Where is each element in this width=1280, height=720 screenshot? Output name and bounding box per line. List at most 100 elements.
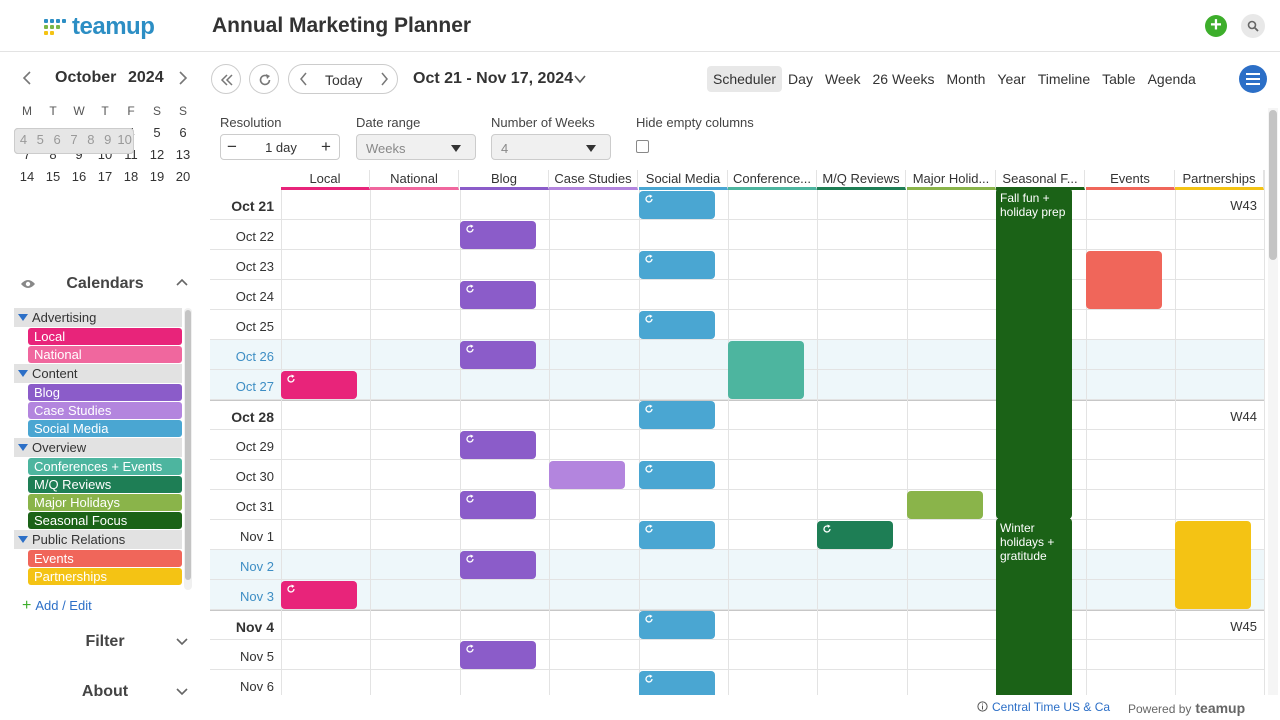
calendar-item[interactable]: Events <box>28 550 182 567</box>
calendar-event[interactable] <box>460 641 536 669</box>
main-menu-button[interactable] <box>1239 65 1267 93</box>
column-header[interactable]: National <box>370 170 459 190</box>
hide-empty-columns-checkbox[interactable] <box>636 140 649 153</box>
mini-prev-month-button[interactable] <box>22 71 32 85</box>
view-tab[interactable]: Timeline <box>1032 66 1096 92</box>
mini-calendar-day[interactable]: 18 <box>118 166 144 188</box>
scrollbar-thumb[interactable] <box>1269 110 1277 260</box>
calendar-event[interactable] <box>281 581 357 609</box>
calendar-item[interactable]: Local <box>28 328 182 345</box>
calendar-group[interactable]: Content <box>14 364 182 383</box>
mini-next-month-button[interactable] <box>178 71 188 85</box>
column-header[interactable]: Conference... <box>728 170 817 190</box>
calendar-event[interactable] <box>639 191 715 219</box>
column-header[interactable]: Social Media <box>639 170 728 190</box>
calendar-item[interactable]: Blog <box>28 384 182 401</box>
increase-resolution-button[interactable]: + <box>321 137 331 157</box>
calendar-event[interactable] <box>460 221 536 249</box>
mini-calendar-day[interactable]: 15 <box>40 166 66 188</box>
view-tab[interactable]: Week <box>819 66 867 92</box>
calendar-event[interactable]: Fall fun + holiday prep <box>996 188 1072 519</box>
mini-calendar-day[interactable]: 5 <box>144 122 170 144</box>
scrollbar-thumb[interactable] <box>185 310 191 580</box>
view-tab[interactable]: Agenda <box>1142 66 1202 92</box>
calendar-event[interactable] <box>460 491 536 519</box>
calendar-event[interactable] <box>639 401 715 429</box>
mini-calendar-day[interactable]: 5 <box>32 129 49 153</box>
resolution-stepper[interactable]: − 1 day + <box>220 134 340 160</box>
timezone-link[interactable]: Central Time US & Ca <box>977 700 1110 714</box>
calendar-event[interactable] <box>639 611 715 639</box>
date-range-select[interactable]: Weeks <box>356 134 476 160</box>
mini-calendar-day[interactable]: 6 <box>49 129 66 153</box>
teamup-logo[interactable]: teamup <box>44 13 155 41</box>
mini-calendar-day[interactable]: 6 <box>170 122 196 144</box>
filter-section[interactable]: Filter <box>14 630 196 654</box>
chevron-up-icon[interactable] <box>176 277 188 287</box>
view-tab[interactable]: 26 Weeks <box>867 66 941 92</box>
mini-calendar-day[interactable]: 4 <box>15 129 32 153</box>
calendar-event[interactable] <box>460 431 536 459</box>
calendar-event[interactable] <box>817 521 893 549</box>
calendar-item[interactable]: Partnerships <box>28 568 182 585</box>
mini-calendar-day[interactable]: 16 <box>66 166 92 188</box>
search-button[interactable] <box>1241 14 1265 38</box>
mini-calendar-month[interactable]: October <box>55 69 116 87</box>
mini-calendar-day[interactable]: 9 <box>99 129 116 153</box>
view-tab[interactable]: Year <box>991 66 1031 92</box>
chevron-down-icon[interactable] <box>574 75 586 84</box>
calendar-event[interactable] <box>1086 251 1162 309</box>
column-header[interactable]: Case Studies <box>549 170 638 190</box>
view-tab[interactable]: Table <box>1096 66 1141 92</box>
prev-period-button[interactable] <box>299 72 309 86</box>
calendar-event[interactable] <box>460 551 536 579</box>
column-header[interactable]: Local <box>281 170 370 190</box>
mini-calendar-day[interactable]: 12 <box>144 144 170 166</box>
date-range-label[interactable]: Oct 21 - Nov 17, 2024 <box>413 70 573 88</box>
today-button[interactable]: Today <box>325 72 362 88</box>
calendar-list-scrollbar[interactable] <box>184 308 192 590</box>
calendar-event[interactable] <box>639 671 715 695</box>
number-of-weeks-select[interactable]: 4 <box>491 134 611 160</box>
mini-calendar-day[interactable]: 10 <box>116 129 133 153</box>
mini-calendar-year[interactable]: 2024 <box>128 69 164 87</box>
calendar-item[interactable]: Conferences + Events <box>28 458 182 475</box>
mini-calendar-day[interactable]: 19 <box>144 166 170 188</box>
calendar-event[interactable] <box>281 371 357 399</box>
calendar-event[interactable] <box>728 341 804 399</box>
mini-calendar-day[interactable]: 8 <box>82 129 99 153</box>
calendar-group[interactable]: Overview <box>14 438 182 457</box>
calendar-event[interactable]: Winter holidays + gratitude <box>996 518 1072 695</box>
calendar-event[interactable] <box>907 491 983 519</box>
mini-calendar-day[interactable]: 13 <box>170 144 196 166</box>
mini-calendar-day[interactable]: 14 <box>14 166 40 188</box>
column-header[interactable]: Partnerships <box>1175 170 1264 190</box>
collapse-sidebar-button[interactable] <box>211 64 241 94</box>
calendar-event[interactable] <box>639 251 715 279</box>
calendar-item[interactable]: Major Holidays <box>28 494 182 511</box>
mini-calendar-day[interactable]: 17 <box>92 166 118 188</box>
calendar-event[interactable] <box>639 461 715 489</box>
calendar-item[interactable]: National <box>28 346 182 363</box>
calendar-event[interactable] <box>639 521 715 549</box>
calendar-event[interactable] <box>1175 521 1251 609</box>
calendar-event[interactable] <box>639 311 715 339</box>
about-section[interactable]: About <box>14 680 196 704</box>
view-tab[interactable]: Month <box>941 66 992 92</box>
calendar-group[interactable]: Public Relations <box>14 530 182 549</box>
calendar-event[interactable] <box>460 281 536 309</box>
view-tab[interactable]: Scheduler <box>707 66 783 92</box>
column-header[interactable]: Blog <box>460 170 549 190</box>
column-header[interactable]: M/Q Reviews <box>817 170 906 190</box>
view-tab[interactable]: Day <box>782 66 819 92</box>
column-header[interactable]: Events <box>1086 170 1175 190</box>
add-event-button[interactable]: + <box>1205 15 1227 37</box>
column-header[interactable]: Major Holid... <box>907 170 996 190</box>
calendar-group[interactable]: Advertising <box>14 308 182 327</box>
calendar-item[interactable]: Social Media <box>28 420 182 437</box>
calendar-item[interactable]: M/Q Reviews <box>28 476 182 493</box>
grid-scrollbar[interactable] <box>1268 108 1278 695</box>
powered-by[interactable]: Powered by teamup <box>1128 700 1245 716</box>
add-edit-calendars-link[interactable]: + Add / Edit <box>22 597 92 615</box>
next-period-button[interactable] <box>379 72 389 86</box>
